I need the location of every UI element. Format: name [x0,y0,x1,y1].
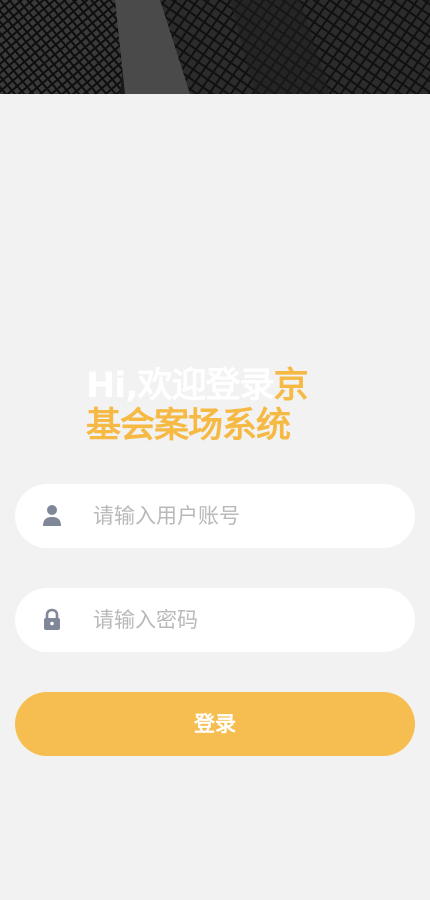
welcome-prefix: Hi,欢迎登录 [86,366,275,406]
system-name-part2: 基会案场系统 [86,406,291,446]
login-button[interactable]: 登录 [15,692,415,756]
password-input[interactable] [93,588,393,652]
header-banner-image [0,0,430,94]
system-name-part1: 京 [273,366,309,406]
lock-icon [44,608,60,630]
welcome-heading: Hi,欢迎登录京 基会案场系统 [86,366,346,446]
username-input[interactable] [93,484,393,548]
password-field[interactable] [15,588,415,652]
building-facade-graphic [0,0,430,94]
username-field[interactable] [15,484,415,548]
user-icon [43,505,61,526]
